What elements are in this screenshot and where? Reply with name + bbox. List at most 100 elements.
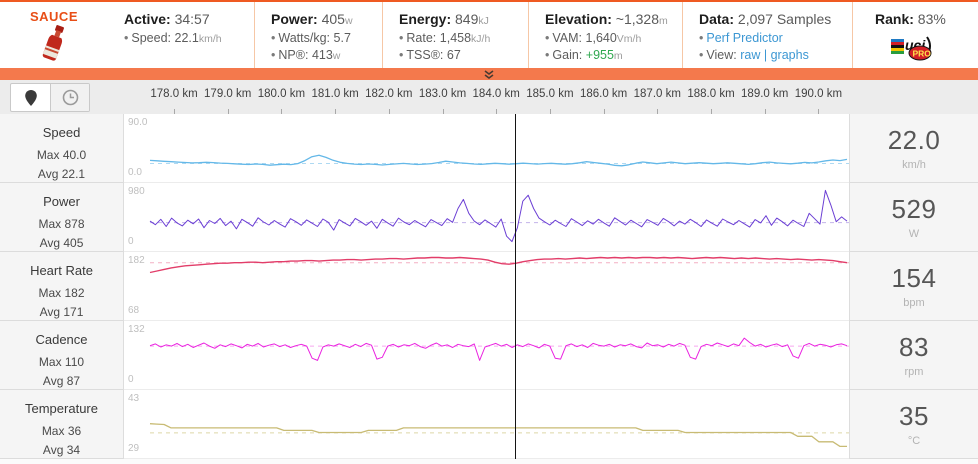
- plot-row-heart-rate[interactable]: 182 68: [124, 252, 849, 321]
- current-value-speed: 22.0: [887, 125, 941, 155]
- metric-row-speed: Speed Max 40.0 Avg 22.1: [0, 114, 123, 183]
- stat-value: 2,097 Samples: [737, 11, 832, 27]
- metric-max: Max 36: [41, 424, 82, 438]
- stat-label: Data:: [699, 11, 735, 27]
- metric-avg: Avg 34: [42, 442, 81, 457]
- sub-stat-tss: • TSS®: 67: [399, 47, 461, 62]
- sub-stat-rate: • Rate: 1,458kJ/h: [399, 31, 491, 45]
- series-line-temperature: [149, 423, 847, 448]
- y-axis-max-label: 980: [128, 186, 145, 197]
- value-panel: 22.0 km/h 529 W 154 bpm 83 rpm 35 °C: [849, 114, 978, 459]
- x-tick-label: 189.0 km: [741, 88, 789, 100]
- metric-max: Max 40.0: [36, 148, 87, 162]
- x-tick-label: 187.0 km: [633, 88, 681, 100]
- value-row-heart-rate: 154 bpm: [850, 252, 978, 321]
- sub-stat-np: • NP®: 413w: [271, 47, 341, 62]
- top-header: SAUCE Active: 34:57 • Speed: 22.1km/h Pow…: [0, 2, 978, 68]
- metric-max-avg: Max 182 Avg 171: [0, 284, 123, 321]
- series-line-power: [149, 189, 848, 243]
- current-unit-temperature: °C: [907, 435, 921, 447]
- x-axis-toolbar: 178.0 km 179.0 km 180.0 km 181.0 km 182.0 km…: [0, 80, 978, 114]
- stat-value: 34:57: [174, 11, 210, 27]
- collapse-chevron-icon: [484, 69, 494, 79]
- current-unit-speed: km/h: [902, 159, 926, 171]
- x-tick-label: 186.0 km: [579, 88, 628, 100]
- metric-max-avg: Max 878 Avg 405: [0, 215, 123, 252]
- series-line-cadence: [149, 337, 848, 361]
- metric-title: Speed: [42, 125, 81, 140]
- sauce-bottle-icon: [42, 25, 64, 61]
- plot-column: 90.0 0.0 980 0 182 68 132 0 43 29: [124, 114, 849, 459]
- header-section-rank: Rank: 83% uci PRO: [852, 2, 978, 68]
- view-graphs-link[interactable]: graphs: [771, 48, 809, 62]
- metric-avg: Avg 87: [42, 373, 81, 388]
- marker-tool-button[interactable]: [11, 84, 50, 111]
- stat-label: Power:: [271, 11, 318, 27]
- metric-max: Max 110: [38, 355, 85, 369]
- stat-value: 405: [321, 11, 345, 27]
- app-root: SAUCE Active: 34:57 • Speed: 22.1km/h Pow…: [0, 0, 978, 464]
- header-section-power: Power: 405w • Watts/kg: 5.7 • NP®: 413w: [254, 2, 382, 68]
- sauce-logo[interactable]: SAUCE: [0, 2, 108, 68]
- x-tick-label: 183.0 km: [418, 88, 467, 100]
- stat-label: Active:: [124, 11, 171, 27]
- y-axis-max-label: 90.0: [128, 117, 148, 128]
- map-pin-icon: [24, 89, 37, 106]
- perf-predictor-link[interactable]: Perf Predictor: [706, 31, 782, 45]
- value-row-temperature: 35 °C: [850, 390, 978, 459]
- metric-title: Cadence: [35, 332, 88, 347]
- stat-label: Elevation:: [545, 11, 612, 27]
- view-raw-link[interactable]: raw: [740, 48, 760, 62]
- current-value-cadence: 83: [899, 332, 929, 362]
- header-section-energy: Energy: 849kJ • Rate: 1,458kJ/h • TSS®: 67: [382, 2, 528, 68]
- x-tick-label: 182.0 km: [365, 88, 413, 100]
- x-tick-label: 185.0 km: [526, 88, 574, 100]
- metric-avg: Avg 405: [39, 235, 84, 250]
- stat-label: Rank:: [875, 11, 914, 27]
- y-axis-min-label: 68: [128, 305, 140, 316]
- series-line-speed: [149, 154, 848, 167]
- current-unit-cadence: rpm: [904, 366, 924, 378]
- time-tool-button[interactable]: [50, 84, 89, 111]
- plot-row-cadence[interactable]: 132 0: [124, 321, 849, 390]
- x-tick-label: 179.0 km: [204, 88, 252, 100]
- plot-row-speed[interactable]: 90.0 0.0: [124, 114, 849, 183]
- metric-title: Power: [43, 194, 80, 209]
- y-axis-max-label: 132: [128, 324, 145, 335]
- x-tick-label: 180.0 km: [257, 88, 306, 100]
- value-row-speed: 22.0 km/h: [850, 114, 978, 183]
- chart-cursor-line: [515, 114, 517, 459]
- y-axis-min-label: 0.0: [128, 167, 142, 178]
- current-unit-heart-rate: bpm: [903, 297, 925, 309]
- clock-icon: [62, 89, 78, 106]
- plot-row-power[interactable]: 980 0: [124, 183, 849, 252]
- collapse-bar[interactable]: [0, 68, 978, 80]
- stat-value: ~1,328: [615, 11, 660, 27]
- x-tick-label: 178.0 km: [150, 88, 198, 100]
- sub-stat-speed: • Speed: 22.1km/h: [124, 31, 222, 45]
- plot-row-temperature[interactable]: 43 29: [124, 390, 849, 459]
- metric-title: Temperature: [25, 401, 98, 416]
- current-value-heart-rate: 154: [891, 263, 937, 293]
- sub-stat-wkg: • Watts/kg: 5.7: [271, 31, 351, 45]
- value-row-cadence: 83 rpm: [850, 321, 978, 390]
- current-unit-power: W: [908, 228, 920, 240]
- y-axis-max-label: 43: [128, 393, 140, 404]
- metric-max-avg: Max 110 Avg 87: [0, 353, 123, 390]
- metric-row-temperature: Temperature Max 36 Avg 34: [0, 390, 123, 459]
- x-tick-label: 181.0 km: [311, 88, 359, 100]
- header-section-active: Active: 34:57 • Speed: 22.1km/h: [108, 2, 254, 68]
- x-tick-label: 188.0 km: [687, 88, 735, 100]
- x-tick-label: 190.0 km: [794, 88, 843, 100]
- metric-max-avg: Max 40.0 Avg 22.1: [0, 146, 123, 183]
- bottom-strip: [0, 459, 978, 464]
- y-axis-min-label: 29: [128, 443, 140, 454]
- stat-value: 849: [455, 11, 479, 27]
- x-tick-label: 184.0 km: [472, 88, 520, 100]
- series-line-heart-rate: [149, 256, 848, 274]
- sauce-logo-text: SAUCE: [29, 9, 78, 24]
- rank-uci-pro-badge: uci PRO: [889, 31, 978, 68]
- stat-label: Energy:: [399, 11, 452, 27]
- metric-max-avg: Max 36 Avg 34: [0, 422, 123, 459]
- y-axis-min-label: 0: [128, 236, 134, 247]
